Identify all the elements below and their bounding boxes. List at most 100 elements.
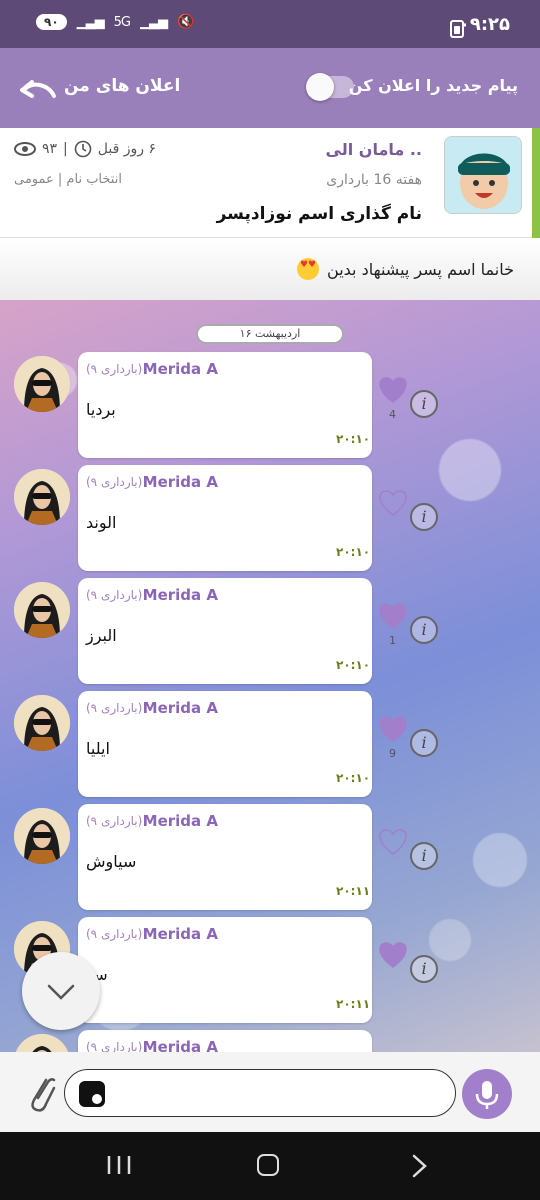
sender-name[interactable]: Merida A — [143, 586, 218, 604]
sticker-icon[interactable] — [79, 1081, 105, 1107]
attachment-icon[interactable] — [24, 1070, 58, 1114]
message-text: البرز — [86, 626, 117, 645]
message-text: الوند — [86, 513, 117, 532]
message-time: ۲۰:۱۰ — [336, 658, 371, 672]
sender-tag: (۹ بارداری) — [86, 588, 143, 602]
post-title: نام گذاری اسم نوزادپسر — [216, 204, 422, 224]
sender-avatar[interactable] — [14, 469, 70, 525]
message-input[interactable] — [113, 1078, 443, 1108]
mic-icon — [475, 1081, 499, 1109]
post-category: انتخاب نام | عمومی — [14, 172, 122, 187]
sender-tag: (۹ بارداری) — [86, 475, 143, 489]
status-pill: ۹۰ — [36, 14, 67, 30]
message-text: ایلیا — [86, 739, 110, 758]
system-nav-bar — [0, 1132, 540, 1200]
like-count: 9 — [389, 747, 396, 760]
message-bubble[interactable]: Merida A (۹ بارداری) — [78, 1030, 372, 1052]
sender-avatar[interactable] — [14, 356, 70, 412]
message-bubble[interactable]: Merida A (۹ بارداری) الوند ۲۰:۱۰ — [78, 465, 372, 571]
sender-tag: (۹ بارداری) — [86, 362, 143, 376]
question-text: خانما اسم پسر پیشنهاد بدین — [327, 259, 514, 279]
message-field — [64, 1069, 456, 1117]
message-text: بردیا — [86, 400, 116, 419]
clock-icon — [74, 140, 92, 158]
info-icon[interactable]: i — [410, 955, 438, 983]
message-item: Merida A (۹ بارداری) البرز ۲۰:۱۰ 1 i — [0, 576, 540, 684]
sender-tag: (۹ بارداری) — [86, 927, 143, 941]
sender-name[interactable]: Merida A — [143, 925, 218, 943]
chevron-down-icon — [47, 984, 75, 1000]
post-meta: ۹۳ | ۶ روز قبل — [14, 140, 156, 158]
recent-apps-icon[interactable] — [106, 1154, 132, 1176]
message-bubble[interactable]: Merida A (۹ بارداری) سو ۲۰:۱۱ — [78, 917, 372, 1023]
sender-avatar[interactable] — [14, 582, 70, 638]
like-heart-icon[interactable] — [378, 489, 408, 517]
notify-toggle[interactable] — [306, 73, 354, 101]
signal-icon-2: ▁▃▅ — [140, 14, 168, 30]
message-item: Merida A (۹ بارداری) ایلیا ۲۰:۱۰ 9 i — [0, 689, 540, 797]
like-heart-icon[interactable] — [378, 715, 408, 743]
sender-name[interactable]: Merida A — [143, 473, 218, 491]
mute-icon: 🔇 — [177, 14, 195, 30]
message-item: Merida A (۹ بارداری) سیاوش ۲۰:۱۱ i — [0, 802, 540, 910]
like-heart-icon[interactable] — [378, 376, 408, 404]
info-icon[interactable]: i — [410, 616, 438, 644]
heart-eyes-emoji-icon — [297, 258, 320, 280]
like-heart-icon[interactable] — [378, 602, 408, 630]
sender-name[interactable]: Merida A — [143, 699, 218, 717]
post-header: مامان الی .. هفته 16 بارداری نام گذاری ا… — [0, 128, 540, 238]
post-week: هفته 16 بارداری — [326, 172, 422, 188]
toggle-knob — [306, 73, 334, 101]
sender-tag: (۹ بارداری) — [86, 814, 143, 828]
info-icon[interactable]: i — [410, 390, 438, 418]
status-left-icons: ۹۰ ▁▃▅ 5G ▁▃▅ 🔇 — [36, 14, 194, 30]
sender-avatar[interactable] — [14, 1034, 70, 1052]
author-avatar[interactable] — [444, 136, 522, 214]
message-bubble[interactable]: Merida A (۹ بارداری) بردیا ۲۰:۱۰ — [78, 352, 372, 458]
sender-name[interactable]: Merida A — [143, 360, 218, 378]
sender-avatar[interactable] — [14, 695, 70, 751]
sender-avatar[interactable] — [14, 808, 70, 864]
date-separator: ۱۶ اردیبهشت — [196, 324, 344, 344]
like-count: 1 — [389, 634, 396, 647]
signal-icon: ▁▃▅ — [76, 14, 105, 30]
view-count: ۹۳ — [42, 141, 58, 157]
my-ads-button[interactable]: اعلان های من — [64, 76, 180, 96]
post-question: خانما اسم پسر پیشنهاد بدین — [0, 238, 540, 300]
message-time: ۲۰:۱۰ — [336, 545, 371, 559]
message-text: سیاوش — [86, 852, 137, 871]
status-time: ۰۹:۲۵ — [458, 14, 510, 35]
message-time: ۲۰:۱۰ — [336, 432, 371, 446]
message-bubble[interactable]: Merida A (۹ بارداری) سیاوش ۲۰:۱۱ — [78, 804, 372, 910]
accent-bar — [532, 128, 540, 238]
mic-button[interactable] — [462, 1069, 512, 1119]
message-time: ۲۰:۱۱ — [336, 884, 371, 898]
like-heart-icon[interactable] — [378, 828, 408, 856]
info-icon[interactable]: i — [410, 842, 438, 870]
message-item: Merida A (۹ بارداری) بردیا ۲۰:۱۰ 4 i — [0, 350, 540, 458]
meta-divider: | — [63, 141, 68, 157]
sender-name[interactable]: Merida A — [143, 812, 218, 830]
scroll-down-button[interactable] — [22, 952, 100, 1030]
message-item: Merida A(۹ بارداری)i — [0, 1028, 540, 1052]
network-type: 5G — [113, 14, 131, 30]
nav-back-icon[interactable] — [410, 1154, 430, 1178]
input-bar — [0, 1052, 540, 1132]
like-count: 4 — [389, 408, 396, 421]
info-icon[interactable]: i — [410, 503, 438, 531]
sender-tag: (۹ بارداری) — [86, 1040, 143, 1052]
message-bubble[interactable]: Merida A (۹ بارداری) البرز ۲۰:۱۰ — [78, 578, 372, 684]
chat-area[interactable]: ۱۶ اردیبهشت Merida A (۹ بارداری) بردیا ۲۰:۱… — [0, 300, 540, 1052]
post-author[interactable]: مامان الی .. — [326, 140, 422, 159]
back-arrow-icon[interactable] — [18, 78, 58, 100]
message-time: ۲۰:۱۰ — [336, 771, 371, 785]
message-bubble[interactable]: Merida A (۹ بارداری) ایلیا ۲۰:۱۰ — [78, 691, 372, 797]
info-icon[interactable]: i — [410, 729, 438, 757]
eye-icon — [14, 142, 36, 156]
sender-name[interactable]: Merida A — [143, 1038, 218, 1052]
message-time: ۲۰:۱۱ — [336, 997, 371, 1011]
app-bar: اعلان های من پیام جدید را اعلان کن — [0, 48, 540, 128]
home-icon[interactable] — [257, 1154, 279, 1176]
sender-tag: (۹ بارداری) — [86, 701, 143, 715]
like-heart-icon[interactable] — [378, 941, 408, 969]
